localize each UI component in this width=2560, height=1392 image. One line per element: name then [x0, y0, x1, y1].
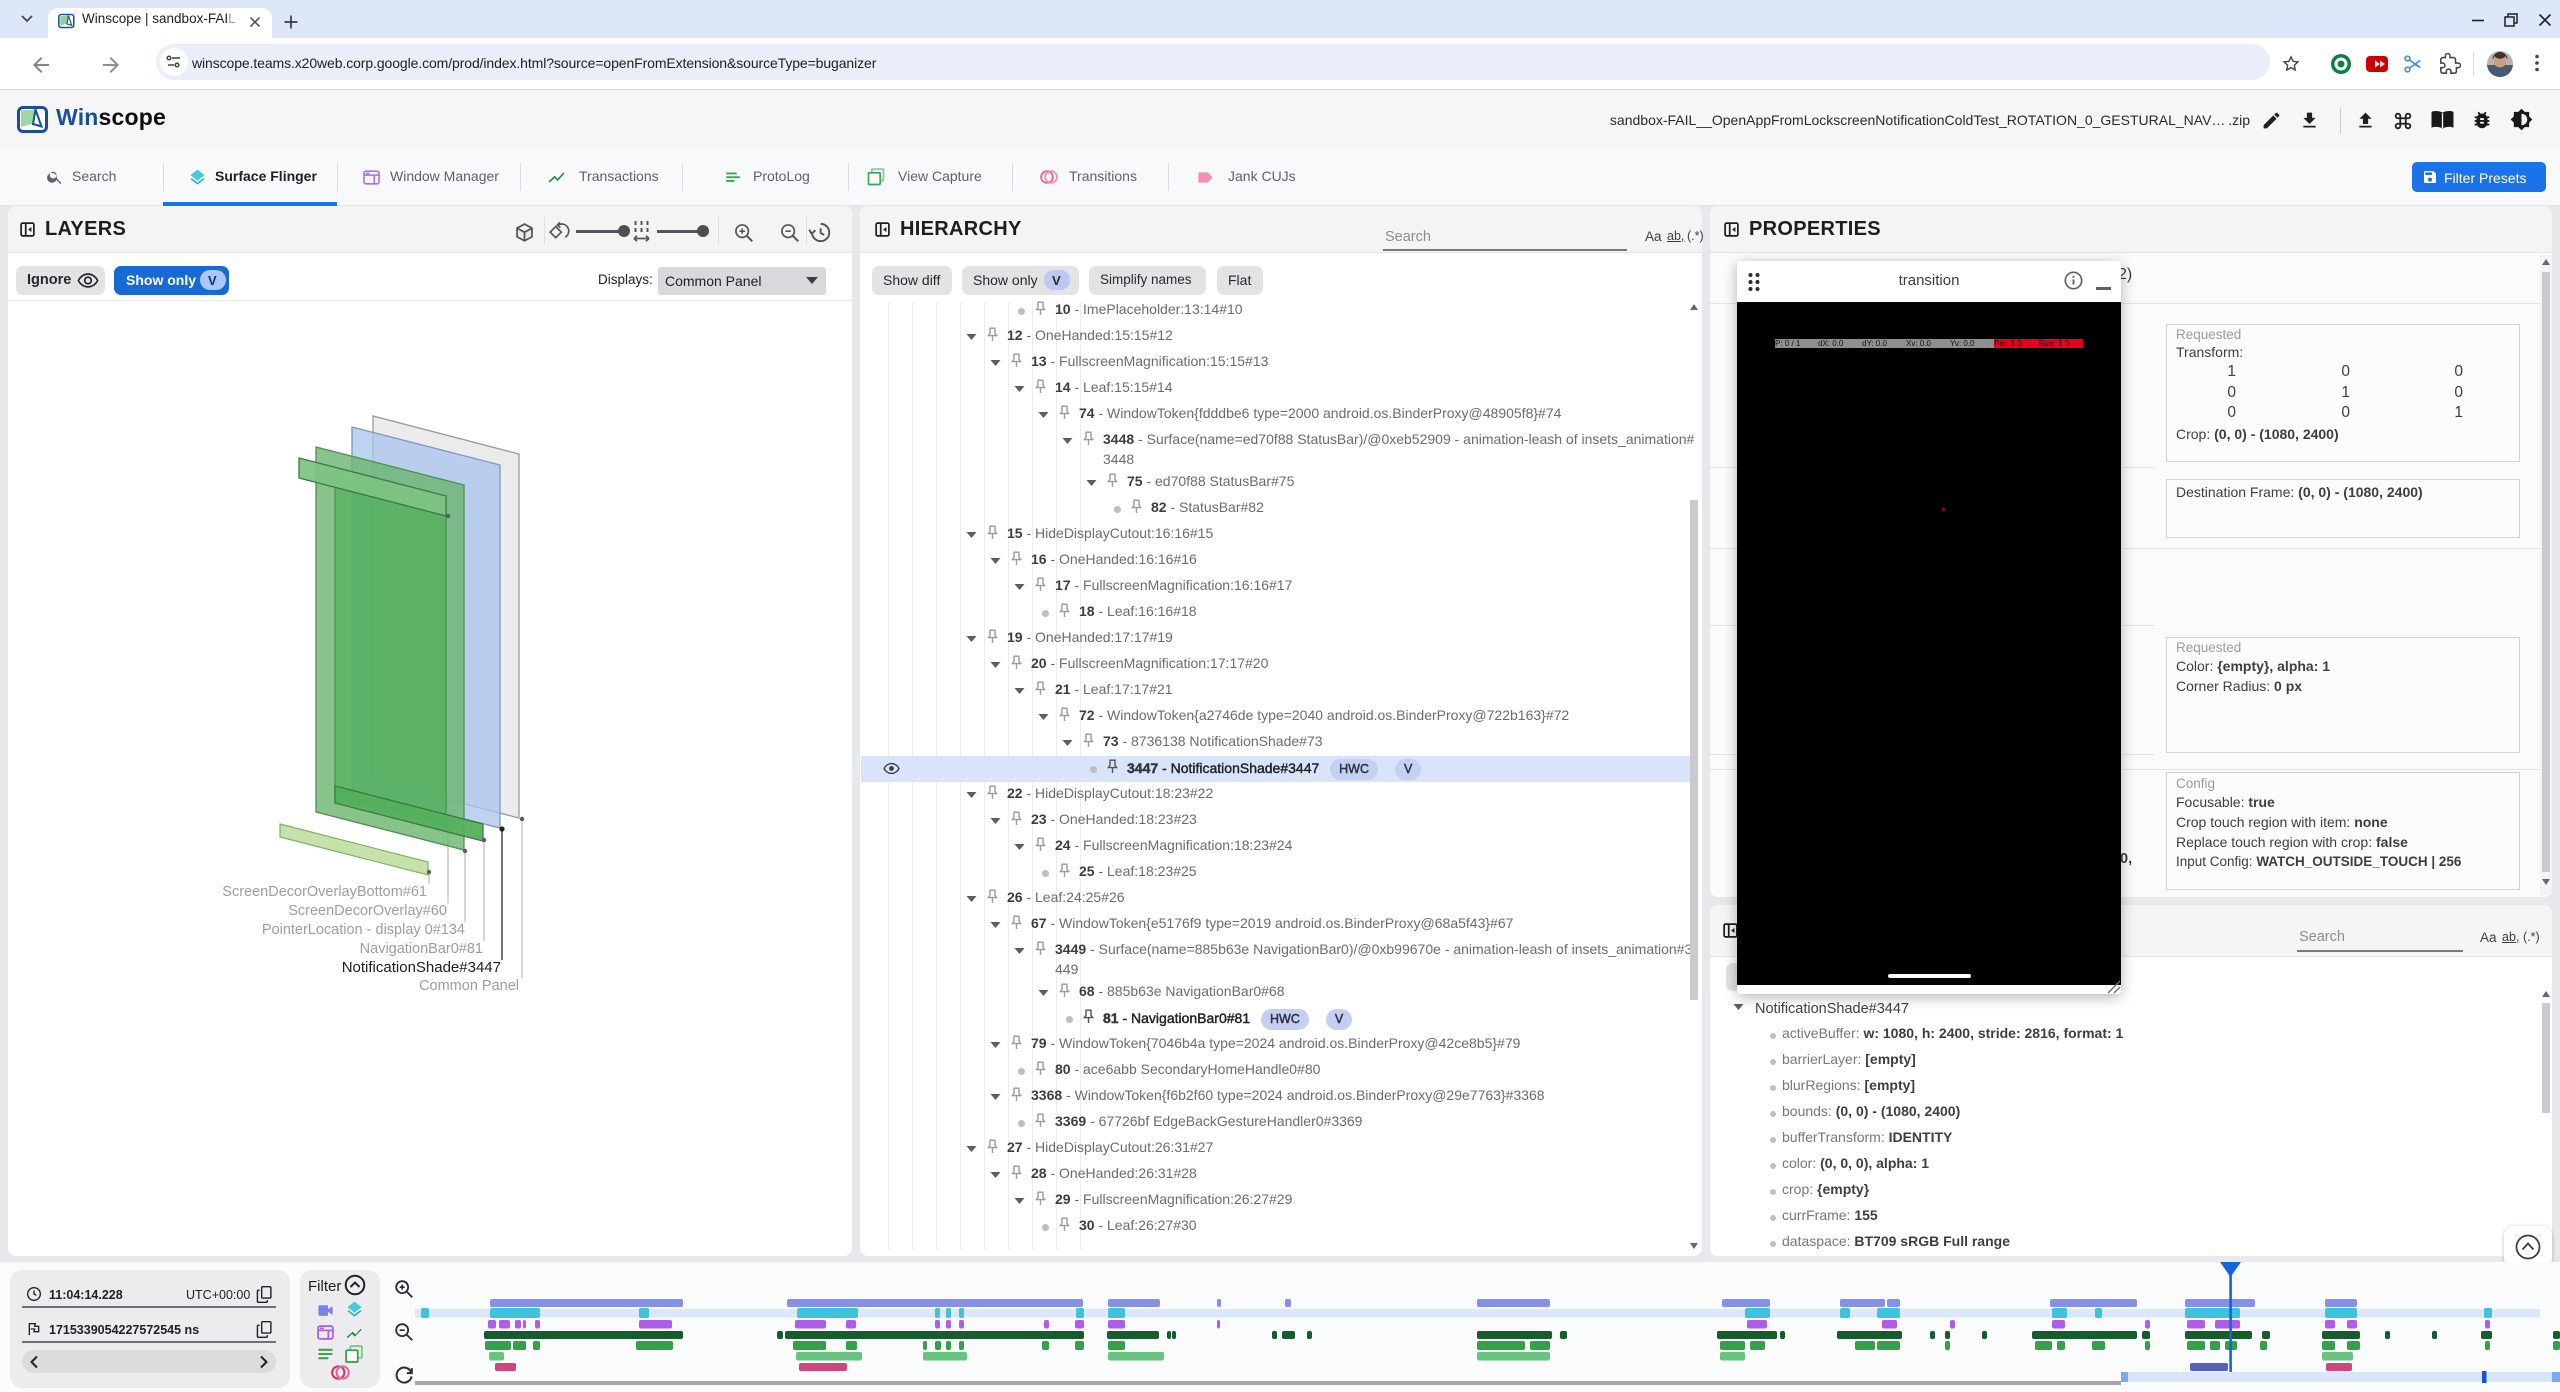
svg-text:ScreenDecorOverlayBottom#61: ScreenDecorOverlayBottom#61	[222, 884, 427, 900]
svg-text:ScreenDecorOverlay#60: ScreenDecorOverlay#60	[288, 903, 447, 919]
svg-text:PointerLocation - display 0#13: PointerLocation - display 0#134	[262, 922, 465, 938]
svg-text:NotificationShade#3447: NotificationShade#3447	[342, 959, 501, 976]
svg-text:NavigationBar0#81: NavigationBar0#81	[360, 941, 483, 957]
svg-text:Common Panel: Common Panel	[419, 978, 519, 994]
